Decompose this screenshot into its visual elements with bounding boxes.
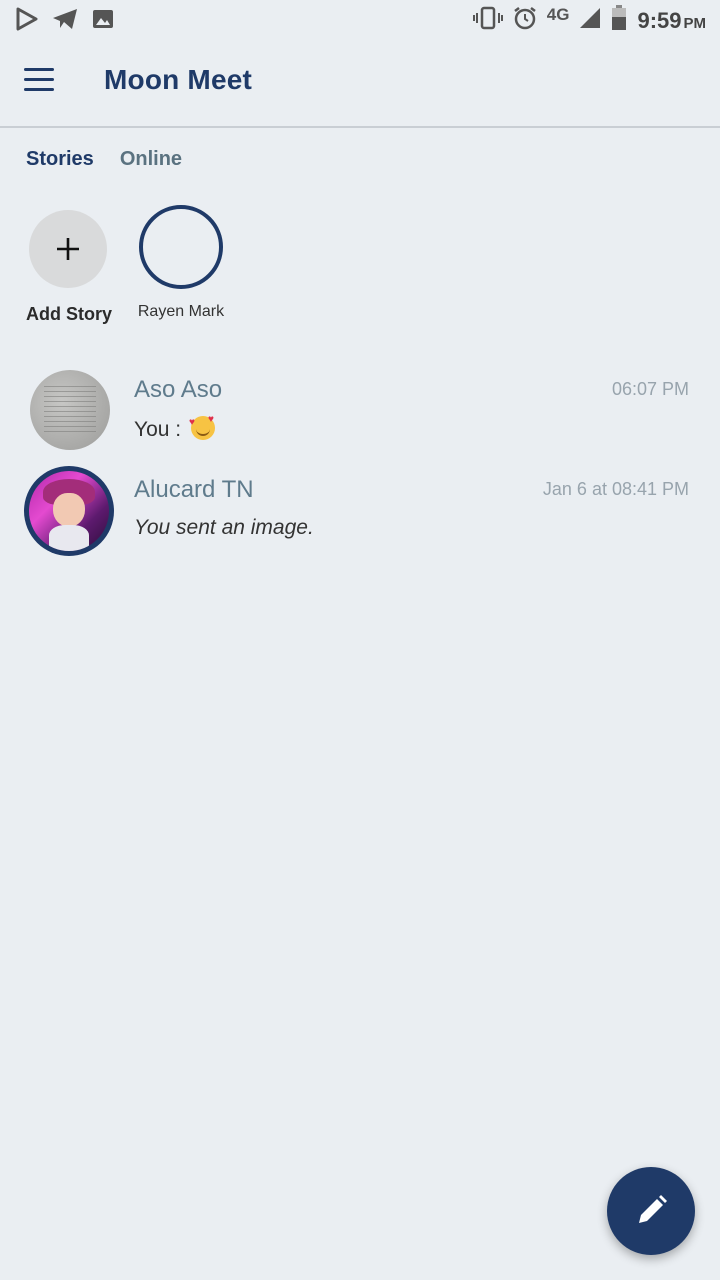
signal-icon <box>579 7 601 34</box>
story-label: Rayen Mark <box>137 303 225 320</box>
image-icon <box>92 9 114 34</box>
telegram-icon <box>52 8 78 35</box>
avatar <box>30 370 110 450</box>
chat-name: Aso Aso <box>134 376 223 403</box>
app-title: Moon Meet <box>104 64 253 95</box>
clock: 9:59 PM <box>637 8 706 34</box>
smiling-face-with-hearts-icon: ♥ ♥ <box>189 415 215 440</box>
chat-time: 06:07 PM <box>611 379 689 399</box>
battery-icon <box>611 5 627 36</box>
plus-icon <box>57 238 79 260</box>
hamburger-menu-icon[interactable] <box>24 68 58 98</box>
chat-message-text: You : <box>134 418 182 441</box>
add-story-item[interactable]: Add Story <box>26 210 113 325</box>
chat-last-message: You sent an image. <box>134 516 314 539</box>
network-type: 4G <box>546 4 570 24</box>
status-bar-left <box>16 7 114 36</box>
chat-time: Jan 6 at 08:41 PM <box>542 479 689 499</box>
clock-ampm: PM <box>683 14 707 32</box>
tab-online[interactable]: Online <box>120 148 182 171</box>
app-bar: Moon Meet <box>0 40 720 128</box>
clock-time: 9:59 <box>637 7 682 33</box>
tab-stories[interactable]: Stories <box>26 148 94 171</box>
vibrate-icon <box>472 6 503 35</box>
tab-bar: Stories Online <box>26 148 182 171</box>
story-item[interactable]: Rayen Mark <box>134 205 228 321</box>
avatar <box>24 466 114 556</box>
add-story-button[interactable] <box>29 210 107 288</box>
chat-name: Alucard TN <box>134 476 254 503</box>
compose-button[interactable] <box>607 1167 695 1255</box>
status-bar: 4G 9:59 PM <box>0 0 720 40</box>
pencil-icon <box>639 1195 667 1223</box>
status-bar-right: 4G 9:59 PM <box>472 4 706 36</box>
play-store-icon <box>16 7 38 36</box>
story-avatar-ring[interactable] <box>139 205 223 289</box>
alarm-icon <box>513 6 537 35</box>
chat-list-item[interactable]: Aso Aso 06:07 PM You : ♥ ♥ <box>0 366 720 462</box>
add-story-label: Add Story <box>26 304 113 324</box>
chat-last-message: You : ♥ ♥ <box>134 415 215 442</box>
chat-list-item[interactable]: Alucard TN Jan 6 at 08:41 PM You sent an… <box>0 466 720 562</box>
